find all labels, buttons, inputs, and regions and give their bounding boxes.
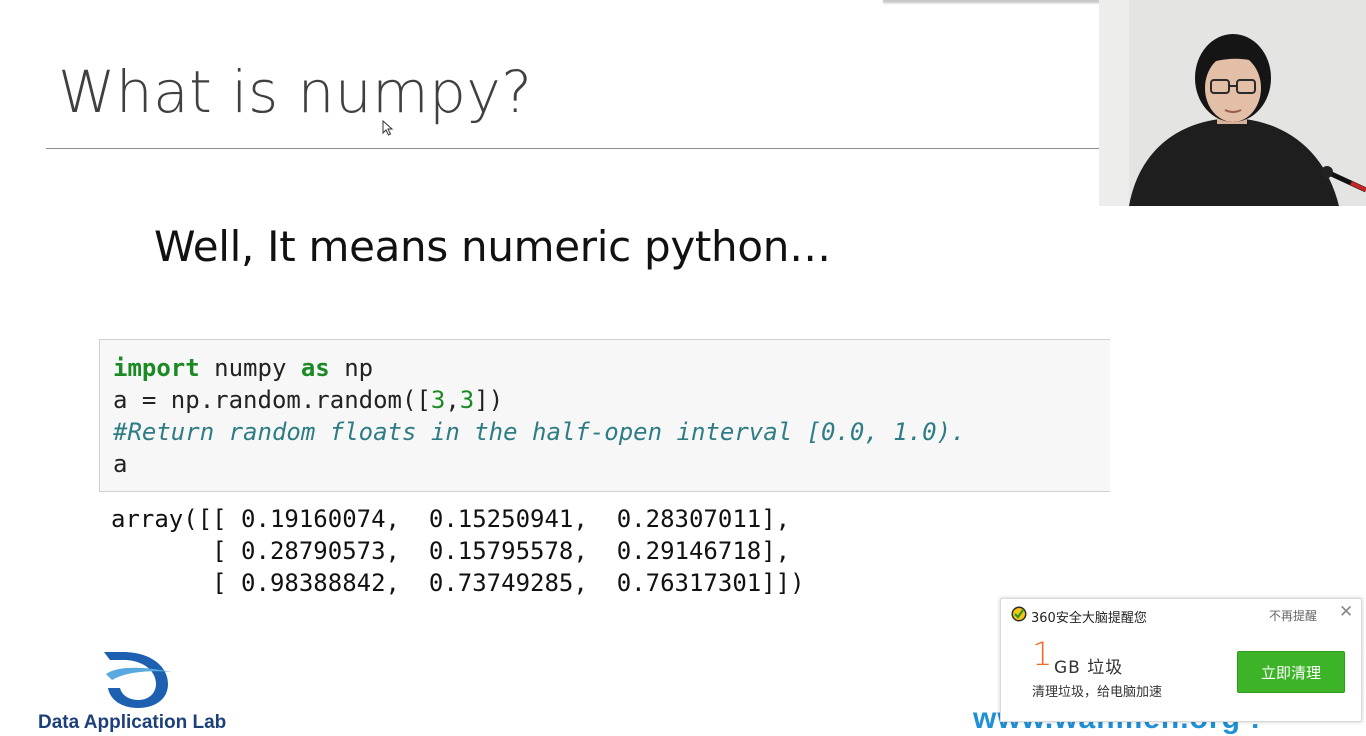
output-row: [ 0.98388842, 0.73749285, 0.76317301]]) bbox=[111, 569, 805, 597]
code-line-import: import numpy as np bbox=[113, 354, 373, 382]
code-text: a = np.random.random([ bbox=[113, 386, 431, 414]
popup-title: 360安全大脑提醒您 bbox=[1031, 611, 1147, 626]
code-line-assignment: a = np.random.random([3,3]) bbox=[113, 386, 503, 414]
number-literal: 3 bbox=[459, 386, 475, 414]
logo-text: Data Application Lab bbox=[38, 712, 227, 733]
webcam-video bbox=[1099, 0, 1366, 206]
output-row: array([[ 0.19160074, 0.15250941, 0.28307… bbox=[111, 505, 791, 533]
code-text: np bbox=[329, 354, 374, 382]
code-text: , bbox=[445, 386, 460, 414]
keyword-as: as bbox=[300, 354, 330, 382]
code-text: numpy bbox=[199, 354, 301, 382]
code-line-comment: #Return random floats in the half-open i… bbox=[113, 418, 966, 446]
code-line-variable: a bbox=[113, 450, 128, 478]
code-text: ]) bbox=[474, 386, 504, 414]
presenter-image bbox=[1099, 0, 1366, 206]
dont-remind-link[interactable]: 不再提醒 bbox=[1269, 607, 1317, 624]
junk-amount-number: 1 bbox=[1032, 635, 1053, 673]
clean-now-button[interactable]: 立即清理 bbox=[1237, 651, 1345, 693]
junk-amount-unit: GB 垃圾 bbox=[1054, 658, 1124, 678]
title-divider bbox=[46, 148, 1100, 149]
output-row: [ 0.28790573, 0.15795578, 0.29146718], bbox=[111, 537, 791, 565]
close-icon[interactable]: ✕ bbox=[1339, 602, 1353, 622]
mouse-pointer-icon bbox=[382, 120, 394, 136]
keyword-import: import bbox=[113, 354, 200, 382]
notification-popup: 360安全大脑提醒您 不再提醒 ✕ 1 GB 垃圾 清理垃圾，给电脑加速 立即清… bbox=[1000, 598, 1362, 722]
number-literal: 3 bbox=[430, 386, 446, 414]
slide-subtitle: Well, It means numeric python… bbox=[154, 222, 831, 271]
popup-description: 清理垃圾，给电脑加速 bbox=[1032, 685, 1163, 700]
360-shield-icon bbox=[1011, 606, 1027, 622]
slide-title: What is numpy? bbox=[58, 58, 533, 126]
data-application-lab-logo bbox=[104, 652, 172, 708]
